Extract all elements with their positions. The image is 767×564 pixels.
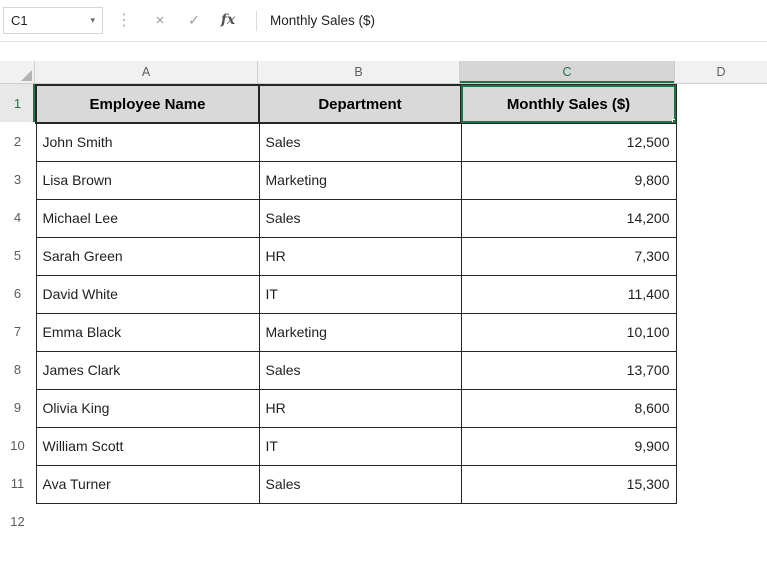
name-box-value: C1	[11, 13, 28, 28]
cell-C1-text: Monthly Sales ($)	[507, 96, 630, 113]
cell-C3[interactable]: 9,800	[461, 161, 676, 199]
name-box[interactable]: C1 ▾	[3, 7, 103, 34]
cell-C7[interactable]: 10,100	[461, 313, 676, 351]
cell-C4[interactable]: 14,200	[461, 199, 676, 237]
cell-C8[interactable]: 13,700	[461, 351, 676, 389]
cell-B8[interactable]: Sales	[259, 351, 461, 389]
excel-window: C1 ▾ ⋮ × ✓ fx Monthly Sales ($) A B C D …	[0, 0, 767, 564]
formula-bar-row: C1 ▾ ⋮ × ✓ fx Monthly Sales ($)	[0, 0, 767, 42]
table-row: David White IT 11,400	[36, 275, 676, 313]
table-row: James Clark Sales 13,700	[36, 351, 676, 389]
cell-C9[interactable]: 8,600	[461, 389, 676, 427]
cell-A1[interactable]: Employee Name	[36, 85, 259, 123]
cell-A5[interactable]: Sarah Green	[36, 237, 259, 275]
fill-handle[interactable]	[672, 119, 676, 123]
cell-B1[interactable]: Department	[259, 85, 461, 123]
row-header-8[interactable]: 8	[0, 350, 35, 388]
cell-B11[interactable]: Sales	[259, 465, 461, 503]
cell-A4[interactable]: Michael Lee	[36, 199, 259, 237]
row-header-11[interactable]: 11	[0, 464, 35, 502]
cell-C10[interactable]: 9,900	[461, 427, 676, 465]
column-headers: A B C D	[0, 61, 767, 84]
cell-C11[interactable]: 15,300	[461, 465, 676, 503]
table-row: Ava Turner Sales 15,300	[36, 465, 676, 503]
row-header-4[interactable]: 4	[0, 198, 35, 236]
row-header-1[interactable]: 1	[0, 84, 35, 122]
table-header-row: Employee Name Department Monthly Sales (…	[36, 85, 676, 123]
cell-C5[interactable]: 7,300	[461, 237, 676, 275]
row-header-7[interactable]: 7	[0, 312, 35, 350]
cell-C1[interactable]: Monthly Sales ($)	[461, 85, 676, 123]
table-row: Olivia King HR 8,600	[36, 389, 676, 427]
data-table: Employee Name Department Monthly Sales (…	[35, 84, 677, 504]
row-header-5[interactable]: 5	[0, 236, 35, 274]
cell-B4[interactable]: Sales	[259, 199, 461, 237]
cell-C6[interactable]: 11,400	[461, 275, 676, 313]
ribbon-gap	[0, 42, 767, 61]
row-header-2[interactable]: 2	[0, 122, 35, 160]
cell-A8[interactable]: James Clark	[36, 351, 259, 389]
column-header-B[interactable]: B	[258, 61, 460, 84]
column-header-C[interactable]: C	[460, 61, 675, 84]
cell-B7[interactable]: Marketing	[259, 313, 461, 351]
formula-bar-divider	[256, 11, 257, 31]
row-header-9[interactable]: 9	[0, 388, 35, 426]
drag-handle-icon: ⋮	[116, 13, 132, 29]
row-header-6[interactable]: 6	[0, 274, 35, 312]
cell-A10[interactable]: William Scott	[36, 427, 259, 465]
select-all-button[interactable]	[0, 61, 35, 84]
column-header-D[interactable]: D	[675, 61, 767, 84]
table-row: John Smith Sales 12,500	[36, 123, 676, 161]
table-row: Emma Black Marketing 10,100	[36, 313, 676, 351]
cell-A11[interactable]: Ava Turner	[36, 465, 259, 503]
row-header-10[interactable]: 10	[0, 426, 35, 464]
table-row: Michael Lee Sales 14,200	[36, 199, 676, 237]
column-header-A[interactable]: A	[35, 61, 258, 84]
formula-bar-input[interactable]: Monthly Sales ($)	[268, 13, 767, 28]
sheet-body: 1 2 3 4 5 6 7 8 9 10 11 12 Employee Name…	[0, 84, 767, 564]
row-headers: 1 2 3 4 5 6 7 8 9 10 11 12	[0, 84, 35, 540]
cancel-icon[interactable]: ×	[143, 7, 177, 34]
cell-B10[interactable]: IT	[259, 427, 461, 465]
cell-A7[interactable]: Emma Black	[36, 313, 259, 351]
chevron-down-icon[interactable]: ▾	[90, 16, 95, 25]
cell-B2[interactable]: Sales	[259, 123, 461, 161]
cell-A3[interactable]: Lisa Brown	[36, 161, 259, 199]
cell-A9[interactable]: Olivia King	[36, 389, 259, 427]
insert-function-icon[interactable]: fx	[211, 7, 245, 34]
enter-icon[interactable]: ✓	[177, 7, 211, 34]
cell-B5[interactable]: HR	[259, 237, 461, 275]
table-row: William Scott IT 9,900	[36, 427, 676, 465]
table-row: Lisa Brown Marketing 9,800	[36, 161, 676, 199]
cell-B6[interactable]: IT	[259, 275, 461, 313]
row-header-3[interactable]: 3	[0, 160, 35, 198]
table-row: Sarah Green HR 7,300	[36, 237, 676, 275]
cell-C2[interactable]: 12,500	[461, 123, 676, 161]
cell-A2[interactable]: John Smith	[36, 123, 259, 161]
row-header-12[interactable]: 12	[0, 502, 35, 540]
cell-B9[interactable]: HR	[259, 389, 461, 427]
select-all-triangle-icon	[21, 70, 32, 81]
cell-A6[interactable]: David White	[36, 275, 259, 313]
cell-B3[interactable]: Marketing	[259, 161, 461, 199]
